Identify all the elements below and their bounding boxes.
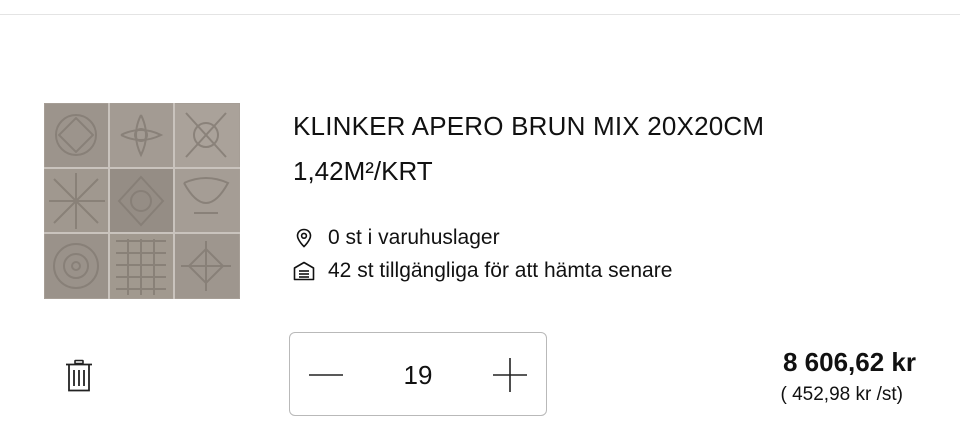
trash-icon — [66, 359, 92, 392]
quantity-input[interactable] — [370, 357, 466, 393]
pickup-stock-row: 42 st tillgängliga för att hämta senare — [293, 259, 672, 283]
store-stock-row: 0 st i varuhuslager — [293, 226, 500, 250]
warehouse-icon — [293, 260, 315, 282]
unit-price: ( 452,98 kr /st) — [780, 384, 904, 405]
minus-icon — [309, 374, 343, 376]
pickup-stock-text: 42 st tillgängliga för att hämta senare — [328, 259, 673, 282]
quantity-stepper — [289, 332, 547, 416]
top-divider — [0, 14, 960, 15]
store-stock-text: 0 st i varuhuslager — [328, 226, 500, 249]
increment-button[interactable] — [488, 353, 532, 397]
product-title[interactable]: KLINKER APERO BRUN MIX 20X20CM — [293, 111, 764, 142]
total-price: 8 606,62 kr — [782, 347, 916, 377]
plus-icon — [493, 358, 527, 392]
tile-pattern-thumbnail — [44, 103, 240, 299]
location-pin-icon — [293, 227, 315, 249]
delete-button[interactable] — [64, 359, 94, 393]
product-subtitle: 1,42M²/KRT — [293, 156, 433, 186]
decrement-button[interactable] — [304, 353, 348, 397]
product-image[interactable] — [44, 103, 240, 299]
